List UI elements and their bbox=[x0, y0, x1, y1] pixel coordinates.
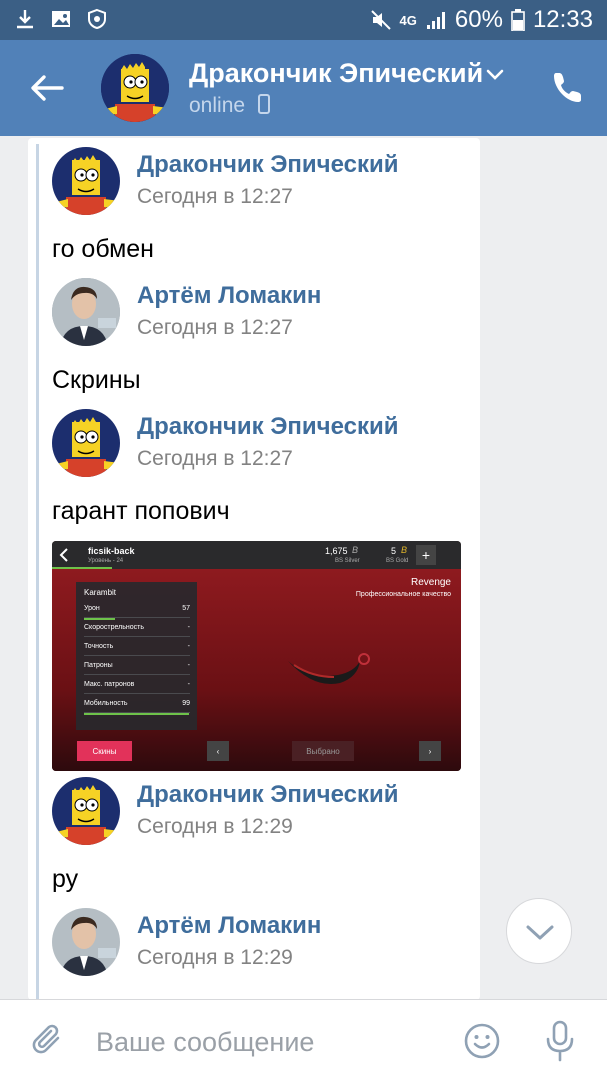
prev-skin-button: ‹ bbox=[207, 741, 229, 761]
attached-screenshot[interactable]: ficsik-back Уровень - 24 1,675 B BS Silv… bbox=[52, 541, 461, 771]
download-icon bbox=[17, 10, 33, 29]
player-name: ficsik-back bbox=[88, 546, 135, 556]
mobile-icon bbox=[257, 94, 270, 114]
battery-level: 60% bbox=[454, 6, 503, 33]
message-text: го обмен bbox=[52, 235, 154, 263]
author-avatar[interactable] bbox=[52, 409, 120, 477]
game-top-bar: ficsik-back Уровень - 24 1,675 B BS Silv… bbox=[52, 541, 461, 569]
status-bar: 4G 60% 12:33 bbox=[0, 0, 607, 40]
stat-value: - bbox=[187, 681, 190, 688]
image-icon bbox=[52, 11, 70, 27]
stat-bar bbox=[84, 713, 189, 715]
stat-label: Мобильность bbox=[84, 700, 128, 707]
man-avatar-icon bbox=[52, 908, 120, 976]
contact-status: online bbox=[189, 94, 271, 118]
scroll-down-button[interactable] bbox=[506, 898, 572, 964]
forward-quote-bar bbox=[36, 144, 39, 1000]
weapon-stats-panel: Karambit Урон 57 Скорострельность - Точнос… bbox=[76, 582, 197, 730]
contact-avatar[interactable] bbox=[101, 54, 169, 122]
chevron-down-icon[interactable] bbox=[485, 64, 505, 84]
karambit-knife-icon bbox=[288, 653, 370, 685]
message-text: гарант попович bbox=[52, 497, 230, 525]
stat-row: Точность - bbox=[84, 638, 190, 656]
paperclip-icon[interactable] bbox=[30, 1022, 66, 1058]
chevron-down-icon bbox=[526, 925, 554, 940]
gold-label: BS Gold bbox=[386, 558, 409, 564]
message-input[interactable] bbox=[96, 1022, 426, 1062]
game-back-icon bbox=[59, 548, 68, 562]
stat-value: - bbox=[187, 643, 190, 650]
message-header: Артём Ломакин Сегодня в 12:27 bbox=[52, 278, 472, 348]
microphone-icon[interactable] bbox=[543, 1020, 577, 1062]
silver-icon: B bbox=[352, 545, 359, 555]
author-avatar[interactable] bbox=[52, 278, 120, 346]
network-type: 4G bbox=[399, 12, 417, 28]
player-level: Уровень - 24 bbox=[88, 558, 124, 564]
add-currency-button: + bbox=[416, 545, 436, 565]
message-time: Сегодня в 12:27 bbox=[137, 185, 293, 208]
battery-icon bbox=[511, 9, 525, 31]
stat-value: - bbox=[187, 624, 190, 631]
message-time: Сегодня в 12:29 bbox=[137, 946, 293, 969]
man-avatar-icon bbox=[52, 278, 120, 346]
message-header: Дракончик Эпический Сегодня в 12:27 bbox=[52, 409, 472, 479]
selected-button: Выбрано bbox=[292, 741, 354, 761]
status-text: online bbox=[189, 94, 246, 117]
message-header: Дракончик Эпический Сегодня в 12:27 bbox=[52, 147, 472, 217]
next-skin-button: › bbox=[419, 741, 441, 761]
gold-icon: B bbox=[401, 545, 408, 555]
message-time: Сегодня в 12:27 bbox=[137, 316, 293, 339]
weapon-name: Karambit bbox=[84, 588, 117, 597]
bart-avatar-icon bbox=[52, 409, 120, 477]
message-text: ру bbox=[52, 865, 79, 893]
gold-amount: 5 bbox=[391, 546, 397, 556]
bart-avatar-icon bbox=[52, 777, 120, 845]
author-avatar[interactable] bbox=[52, 908, 120, 976]
shield-icon bbox=[88, 8, 106, 30]
author-avatar[interactable] bbox=[52, 777, 120, 845]
stat-value: 99 bbox=[182, 700, 190, 707]
stat-label: Урон bbox=[84, 605, 100, 612]
author-name[interactable]: Артём Ломакин bbox=[137, 912, 321, 940]
author-avatar[interactable] bbox=[52, 147, 120, 215]
skin-name: Revenge bbox=[410, 577, 451, 588]
message-header: Дракончик Эпический Сегодня в 12:29 bbox=[52, 777, 472, 847]
message-time: Сегодня в 12:29 bbox=[137, 815, 293, 838]
author-name[interactable]: Дракончик Эпический bbox=[137, 151, 398, 179]
stat-value: 57 bbox=[182, 605, 190, 612]
author-name[interactable]: Артём Ломакин bbox=[137, 282, 321, 310]
chat-header: Дракончик Эпический online bbox=[0, 40, 607, 136]
silver-label: BS Silver bbox=[335, 558, 360, 564]
message-composer bbox=[0, 999, 607, 1080]
author-name[interactable]: Дракончик Эпический bbox=[137, 781, 398, 809]
stat-row: Макс. патронов - bbox=[84, 676, 190, 694]
stat-row: Патроны - bbox=[84, 657, 190, 675]
mute-icon bbox=[370, 10, 391, 30]
stat-label: Скорострельность bbox=[84, 624, 144, 631]
bart-avatar-icon bbox=[101, 54, 169, 122]
clock: 12:33 bbox=[532, 6, 593, 33]
stat-row: Скорострельность - bbox=[84, 619, 190, 637]
signal-icon bbox=[426, 12, 445, 29]
skins-button: Скины bbox=[77, 741, 132, 761]
skin-quality: Профессиональное качество bbox=[355, 591, 451, 598]
silver-amount: 1,675 bbox=[325, 546, 348, 556]
stat-row: Мобильность 99 bbox=[84, 695, 190, 713]
author-name[interactable]: Дракончик Эпический bbox=[137, 413, 398, 441]
stat-row: Урон 57 bbox=[84, 600, 190, 618]
bart-avatar-icon bbox=[52, 147, 120, 215]
stat-label: Патроны bbox=[84, 662, 113, 669]
stat-value: - bbox=[187, 662, 190, 669]
message-text: Скрины bbox=[52, 366, 141, 394]
message-header: Артём Ломакин Сегодня в 12:29 bbox=[52, 908, 472, 978]
message-time: Сегодня в 12:27 bbox=[137, 447, 293, 470]
stat-label: Макс. патронов bbox=[84, 681, 135, 688]
emoji-icon[interactable] bbox=[463, 1022, 501, 1060]
phone-icon[interactable] bbox=[552, 70, 584, 104]
back-arrow-icon[interactable] bbox=[26, 68, 66, 108]
stat-label: Точность bbox=[84, 643, 114, 650]
contact-name[interactable]: Дракончик Эпический bbox=[189, 58, 483, 89]
